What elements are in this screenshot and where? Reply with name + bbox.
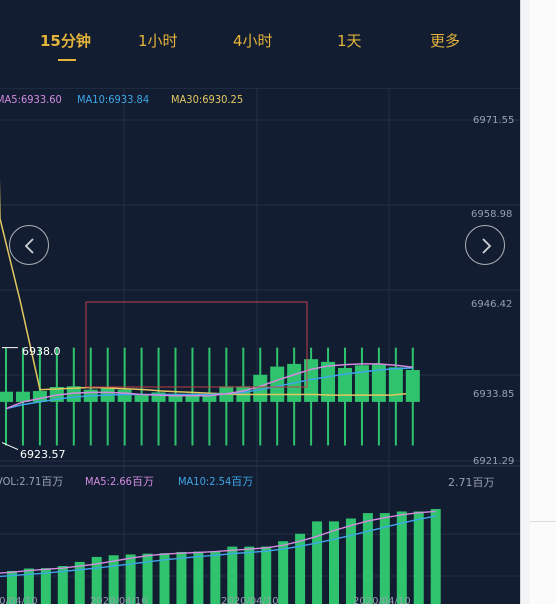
low-price-label: 6923.57 xyxy=(20,448,66,461)
kline-panel: 15分钟 1小时 4小时 1天 更多 MA5:6933.60 MA10:6933… xyxy=(0,0,520,604)
date-label: 2020/04/10 xyxy=(353,596,411,604)
volume-bar xyxy=(312,521,323,604)
candle-body xyxy=(388,367,403,402)
volume-bar xyxy=(345,518,356,604)
chevron-left-icon xyxy=(24,238,34,254)
high-price-label: 6938.0 xyxy=(22,345,61,358)
chart-top-border xyxy=(0,88,520,89)
volume-bar xyxy=(176,551,187,604)
volume-bar xyxy=(396,511,407,604)
candle-body xyxy=(405,370,420,402)
ma30-legend: MA30:6930.25 xyxy=(171,93,244,106)
candle-body xyxy=(134,395,149,402)
candlestick-chart xyxy=(0,88,520,604)
price-tick: 6971.55 xyxy=(473,115,515,126)
prev-button[interactable] xyxy=(9,225,49,265)
volume-bar xyxy=(362,513,373,604)
rail-divider xyxy=(530,521,556,522)
chevron-right-icon xyxy=(482,238,492,254)
candle-body xyxy=(270,366,285,402)
price-tick: 6921.29 xyxy=(473,456,515,467)
date-label: 2020/04/10 xyxy=(0,596,38,604)
vol-ma10-legend: MA10:2.54百万 xyxy=(178,475,254,488)
volume-bar xyxy=(430,508,441,604)
vol-ma5-legend: MA5:2.66百万 xyxy=(85,475,154,488)
ma10-legend: MA10:6933.84 xyxy=(77,93,150,106)
volume-bar xyxy=(295,533,306,604)
volume-bar xyxy=(329,521,339,604)
candle-body xyxy=(0,391,13,402)
price-tick: 6946.42 xyxy=(471,299,513,310)
volume-bar xyxy=(278,541,289,604)
candle-body xyxy=(32,391,47,402)
price-tick: 6958.98 xyxy=(471,209,513,220)
date-label: 2020/04/10 xyxy=(90,596,148,604)
candle-body xyxy=(321,361,336,402)
volume-bar xyxy=(210,551,221,604)
right-rail xyxy=(530,0,556,604)
ma5-legend: MA5:6933.60 xyxy=(0,93,62,106)
date-label: 2020/04/10 xyxy=(221,596,279,604)
next-button[interactable] xyxy=(465,225,505,265)
volume-bar xyxy=(193,551,204,604)
vol-legend: VOL:2.71百万 xyxy=(0,475,64,488)
low-marker xyxy=(1,442,19,450)
price-tick: 6933.85 xyxy=(473,389,515,400)
volume-bar xyxy=(413,511,424,604)
volume-axis-max: 2.71百万 xyxy=(448,476,495,489)
volume-bar xyxy=(74,561,85,604)
candle-body xyxy=(117,389,132,402)
